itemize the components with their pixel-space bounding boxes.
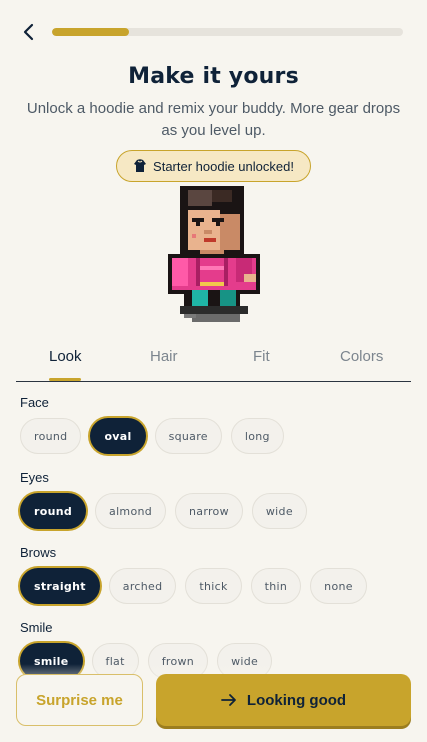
section-label-eyes: Eyes (20, 470, 49, 485)
unlock-badge-text: Starter hoodie unlocked! (153, 158, 294, 174)
eyes-option-almond[interactable]: almond (95, 493, 167, 529)
section-label-brows: Brows (20, 545, 57, 560)
brows-option-thick[interactable]: thick (185, 568, 242, 604)
brows-options: straight arched thick thin none (20, 568, 367, 604)
face-option-round[interactable]: round (20, 418, 82, 454)
brows-option-thin[interactable]: thin (250, 568, 302, 604)
tab-hair[interactable]: Hair (150, 348, 178, 365)
tab-bar: Look Hair Fit Colors (16, 340, 411, 382)
progress-fill (52, 28, 130, 36)
eyes-option-narrow[interactable]: narrow (175, 493, 243, 529)
face-option-oval[interactable]: oval (90, 418, 146, 454)
face-options: round oval square long (20, 418, 284, 454)
progress-bar (52, 28, 403, 36)
arrow-right-icon (221, 694, 236, 706)
tab-fit[interactable]: Fit (253, 348, 270, 365)
looking-good-label: Looking good (246, 691, 347, 709)
brows-option-arched[interactable]: arched (108, 568, 177, 604)
eyes-options: round almond narrow wide (20, 493, 307, 529)
section-label-smile: Smile (20, 620, 53, 635)
active-tab-indicator (49, 378, 81, 381)
face-option-square[interactable]: square (154, 418, 222, 454)
face-option-long[interactable]: long (230, 418, 284, 454)
eyes-option-round[interactable]: round (20, 493, 87, 529)
looking-good-button[interactable]: Looking good (156, 674, 411, 726)
page-title: Make it yours (128, 64, 299, 89)
avatar-preview (168, 186, 260, 322)
tab-look[interactable]: Look (49, 348, 82, 365)
eyes-option-wide[interactable]: wide (251, 493, 307, 529)
top-bar (0, 0, 427, 64)
back-button[interactable] (16, 18, 42, 46)
unlock-badge: Starter hoodie unlocked! (116, 150, 311, 182)
tab-colors[interactable]: Colors (340, 348, 383, 365)
brows-option-none[interactable]: none (310, 568, 367, 604)
brows-option-straight[interactable]: straight (20, 568, 100, 604)
hoodie-icon (134, 159, 147, 172)
section-label-face: Face (20, 395, 49, 410)
chevron-left-icon (23, 23, 34, 41)
surprise-me-button[interactable]: Surprise me (16, 674, 143, 726)
page-subtitle: Unlock a hoodie and remix your buddy. Mo… (26, 100, 401, 139)
